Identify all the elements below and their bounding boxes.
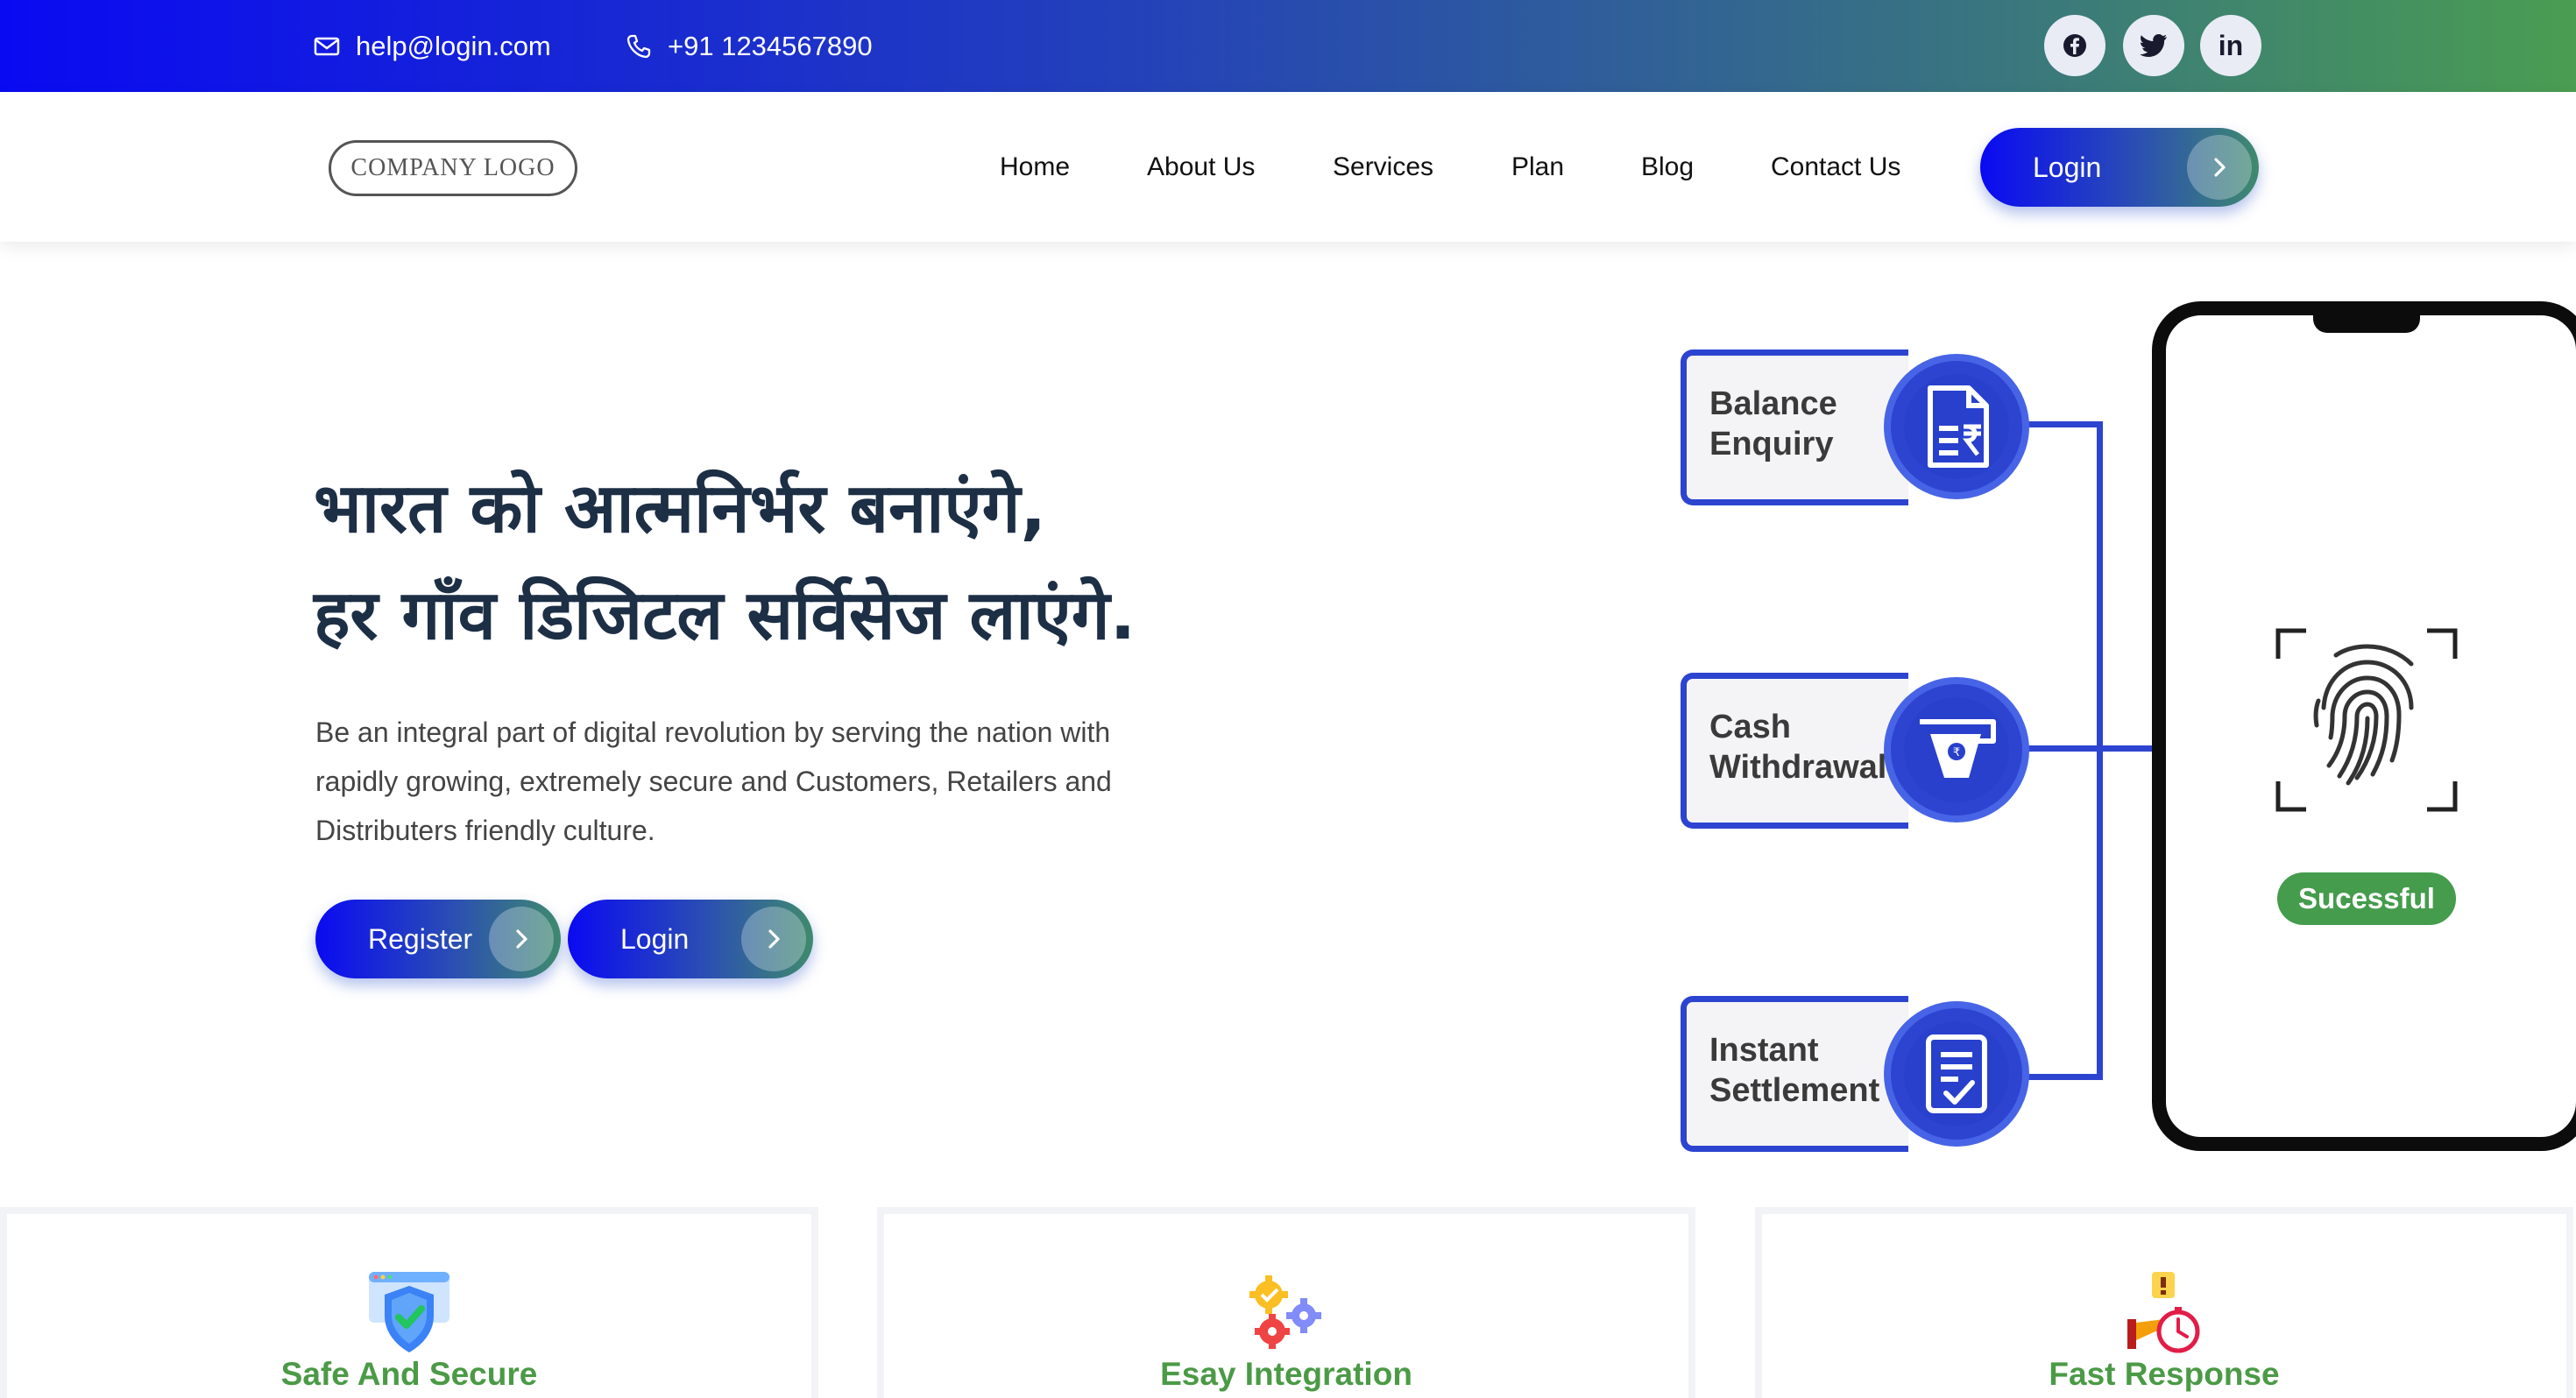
feature-card-fast-response: Fast Response xyxy=(1755,1207,2573,1398)
nav-contact-us[interactable]: Contact Us xyxy=(1771,92,1900,242)
facebook-link[interactable] xyxy=(2044,15,2105,76)
feature-title: Safe And Secure xyxy=(280,1356,538,1392)
phone-contact[interactable]: +91 1234567890 xyxy=(626,0,873,92)
stopwatch-hand-icon xyxy=(2127,1272,2200,1353)
status-badge: Sucessful xyxy=(2277,872,2456,925)
register-label: Register xyxy=(368,922,473,955)
instant-settlement-card: Instant Settlement xyxy=(1681,996,1908,1152)
atm-card-icon: ₹ xyxy=(1884,677,2029,823)
nav-about-us[interactable]: About Us xyxy=(1147,92,1255,242)
email-contact[interactable]: help@login.com xyxy=(314,0,551,92)
main-navbar: COMPANY LOGO Home About Us Services Plan… xyxy=(0,92,2576,242)
svg-text:₹: ₹ xyxy=(1953,746,1960,759)
mail-icon xyxy=(314,37,340,55)
hero-title-line-1: भारत को आत्मनिर्भर बनाएंगे, xyxy=(314,470,1047,548)
feature-card-safe-secure: Safe And Secure xyxy=(0,1207,818,1398)
checklist-icon xyxy=(1884,1001,2029,1147)
facebook-icon xyxy=(2063,34,2086,57)
balance-enquiry-card: Balance Enquiry xyxy=(1681,350,1908,505)
top-contact-bar: help@login.com +91 1234567890 in xyxy=(0,0,2576,92)
landing-page: help@login.com +91 1234567890 in COMPANY… xyxy=(0,0,2576,1398)
nav-services[interactable]: Services xyxy=(1333,92,1433,242)
phone-text: +91 1234567890 xyxy=(668,30,873,61)
gears-icon xyxy=(1249,1275,1321,1349)
feature-card-easy-integration: Esay Integration xyxy=(877,1207,1695,1398)
hero-login-button[interactable]: Login xyxy=(568,900,813,978)
fingerprint-icon xyxy=(2275,628,2458,812)
phone-notch xyxy=(2313,308,2420,333)
company-logo[interactable]: COMPANY LOGO xyxy=(329,140,577,196)
hero-title-line-2: हर गाँव डिजिटल सर्विसेज लाएंगे. xyxy=(314,576,1136,655)
linkedin-link[interactable]: in xyxy=(2200,15,2261,76)
chevron-right-icon xyxy=(741,907,806,971)
nav-login-label: Login xyxy=(2033,151,2102,183)
connector-line xyxy=(2015,745,2157,752)
twitter-link[interactable] xyxy=(2123,15,2184,76)
hero-title: भारत को आत्मनिर्भर बनाएंगे, हर गाँव डिजि… xyxy=(314,455,1277,669)
feature-title: Esay Integration xyxy=(1160,1356,1412,1392)
linkedin-icon: in xyxy=(2218,29,2244,61)
twitter-icon xyxy=(2140,34,2167,57)
chevron-right-icon xyxy=(2187,135,2252,200)
phone-icon xyxy=(626,34,651,58)
nav-blog[interactable]: Blog xyxy=(1641,92,1694,242)
hero-description: Be an integral part of digital revolutio… xyxy=(315,717,1112,846)
shield-check-icon xyxy=(369,1272,449,1352)
nav-plan[interactable]: Plan xyxy=(1511,92,1564,242)
cash-withdrawal-card: Cash Withdrawal xyxy=(1681,673,1908,829)
nav-home[interactable]: Home xyxy=(1000,92,1070,242)
nav-login-button[interactable]: Login xyxy=(1980,128,2259,207)
feature-title: Fast Response xyxy=(2049,1356,2280,1392)
chevron-right-icon xyxy=(489,907,554,971)
hero-login-label: Login xyxy=(620,922,690,955)
document-rupee-icon xyxy=(1884,354,2029,499)
email-text: help@login.com xyxy=(356,30,551,61)
register-button[interactable]: Register xyxy=(315,900,561,978)
